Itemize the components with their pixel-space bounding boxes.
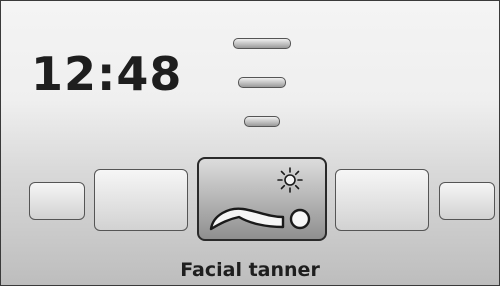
program-tile-selected-facial-tanner[interactable] [197, 157, 327, 241]
intensity-bar-low [244, 116, 280, 127]
program-tile-right[interactable] [335, 169, 429, 231]
clock-display: 12:48 [31, 47, 183, 101]
program-label: Facial tanner [180, 259, 320, 281]
intensity-bar-mid [238, 77, 286, 88]
program-tile-left[interactable] [94, 169, 188, 231]
program-tile-far-left[interactable] [29, 182, 85, 220]
control-panel-screen: 12:48 Facial tanner [0, 0, 500, 286]
intensity-bar-high [233, 38, 291, 49]
program-tile-far-right[interactable] [439, 182, 495, 220]
face-sun-icon [209, 167, 311, 231]
